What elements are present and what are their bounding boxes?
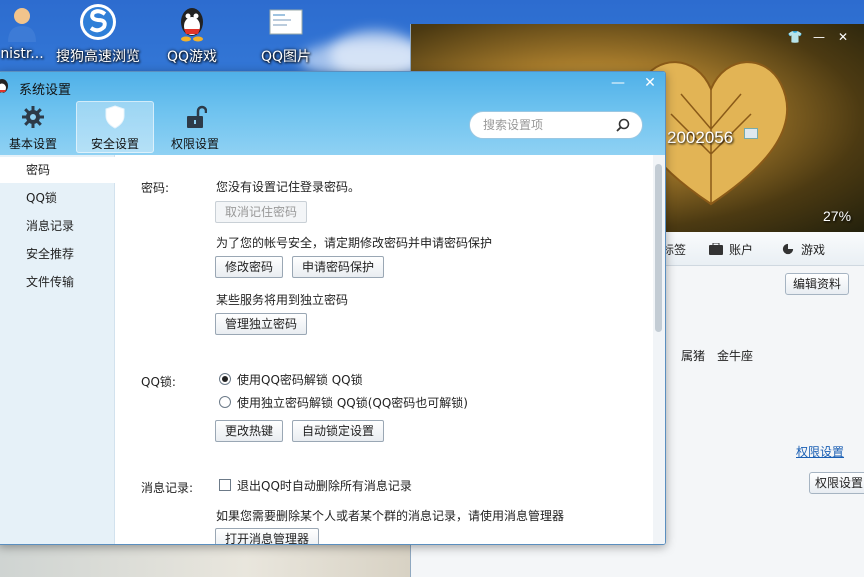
wallet-icon	[709, 243, 723, 255]
tab-games[interactable]: 游戏	[781, 241, 825, 258]
zodiac-animal: 属猪	[681, 349, 706, 363]
admin-user-icon	[8, 8, 36, 42]
qq-game-icon	[181, 8, 203, 42]
profile-percent: 27%	[823, 208, 852, 224]
settings-search-input[interactable]: 搜索设置项	[469, 111, 643, 139]
qq-penguin-icon	[0, 79, 8, 93]
nav-security-settings[interactable]: 安全设置	[76, 101, 154, 153]
password-status-text: 您没有设置记住登录密码。	[216, 180, 361, 194]
auto-lock-settings-button[interactable]: 自动锁定设置	[292, 420, 385, 442]
window-header: 系统设置 — ✕ 基本设置 安全设置 权限设置 搜索设置项	[0, 72, 665, 155]
qq-number: 2002056	[667, 128, 734, 147]
desktop-icon-qqgame[interactable]: QQ游戏	[144, 0, 240, 70]
desktop-sand	[0, 545, 410, 577]
nav-label: 权限设置	[170, 137, 219, 151]
desktop-icon-qqimage[interactable]: QQ图片	[238, 0, 334, 70]
qqlock-section-label: QQ锁:	[141, 375, 176, 389]
window-title: 系统设置	[19, 83, 72, 98]
nav-permission-settings[interactable]: 权限设置	[159, 101, 231, 153]
sidebar-item-messages[interactable]: 消息记录	[0, 213, 115, 239]
zodiac-sign: 金牛座	[717, 349, 754, 363]
open-message-manager-button[interactable]: 打开消息管理器	[215, 528, 320, 544]
auto-delete-messages-checkbox[interactable]	[219, 479, 231, 491]
search-icon[interactable]	[616, 118, 630, 132]
unlock-icon	[187, 105, 207, 128]
qqlock-option-qq-password-label[interactable]: 使用QQ密码解锁 QQ锁	[237, 371, 363, 388]
qqlock-option-independent-label[interactable]: 使用独立密码解锁 QQ锁(QQ密码也可解锁)	[237, 394, 468, 411]
qq-image-icon	[269, 9, 303, 35]
independent-password-tip: 某些服务将用到独立密码	[216, 293, 349, 307]
nav-label: 基本设置	[8, 137, 57, 151]
messages-section-label: 消息记录:	[141, 481, 194, 495]
skin-icon[interactable]: 👕	[787, 30, 803, 44]
change-password-button[interactable]: 修改密码	[215, 256, 284, 278]
tab-label: 游戏	[801, 243, 826, 257]
nav-basic-settings[interactable]: 基本设置	[0, 101, 69, 153]
sogou-browser-icon	[80, 4, 116, 40]
qqlock-option-qq-password-radio[interactable]	[219, 373, 231, 385]
message-manager-tip: 如果您需要删除某个人或者某个群的消息记录，请使用消息管理器	[216, 509, 565, 523]
qq-minimize-icon[interactable]: —	[811, 30, 827, 44]
scrollbar-thumb[interactable]	[655, 164, 662, 332]
tab-account[interactable]: 账户	[709, 241, 753, 258]
desktop-icon-sogou[interactable]: 搜狗高速浏览	[50, 0, 146, 70]
settings-content: 密码: 您没有设置记住登录密码。 取消记住密码 为了您的帐号安全，请定期修改密码…	[116, 155, 665, 544]
qq-close-icon[interactable]: ✕	[835, 30, 851, 44]
minimize-button[interactable]: —	[607, 74, 629, 92]
nav-label: 安全设置	[90, 137, 139, 151]
settings-sidebar: 密码 QQ锁 消息记录 安全推荐 文件传输	[0, 155, 115, 544]
password-security-tip: 为了您的帐号安全，请定期修改密码并申请密码保护	[216, 236, 493, 250]
password-section-label: 密码:	[141, 181, 170, 195]
apply-password-protection-button[interactable]: 申请密码保护	[292, 256, 385, 278]
game-icon	[782, 243, 794, 255]
card-icon	[744, 128, 758, 139]
desktop-icon-label: QQ图片	[260, 49, 312, 65]
edit-profile-button[interactable]: 编辑资料	[785, 273, 849, 295]
tab-label: 账户	[729, 243, 754, 257]
auto-delete-messages-label[interactable]: 退出QQ时自动删除所有消息记录	[237, 477, 412, 494]
system-settings-window: 系统设置 — ✕ 基本设置 安全设置 权限设置 搜索设置项 密码 QQ锁 消息记…	[0, 71, 666, 545]
change-hotkey-button[interactable]: 更改热键	[215, 420, 284, 442]
close-button[interactable]: ✕	[639, 74, 661, 92]
qqlock-option-independent-radio[interactable]	[219, 396, 231, 408]
search-placeholder: 搜索设置项	[483, 118, 544, 132]
permission-link[interactable]: 权限设置	[796, 443, 844, 460]
cancel-remember-password-button[interactable]: 取消记住密码	[215, 201, 308, 223]
sidebar-item-password[interactable]: 密码	[0, 157, 115, 183]
sidebar-item-qqlock[interactable]: QQ锁	[0, 185, 115, 211]
manage-independent-password-button[interactable]: 管理独立密码	[215, 313, 308, 335]
gear-icon	[22, 106, 44, 128]
sidebar-item-file-transfer[interactable]: 文件传输	[0, 269, 115, 295]
shield-icon	[105, 105, 125, 129]
permission-button[interactable]: 权限设置	[809, 472, 864, 494]
sidebar-item-security-recommend[interactable]: 安全推荐	[0, 241, 115, 267]
